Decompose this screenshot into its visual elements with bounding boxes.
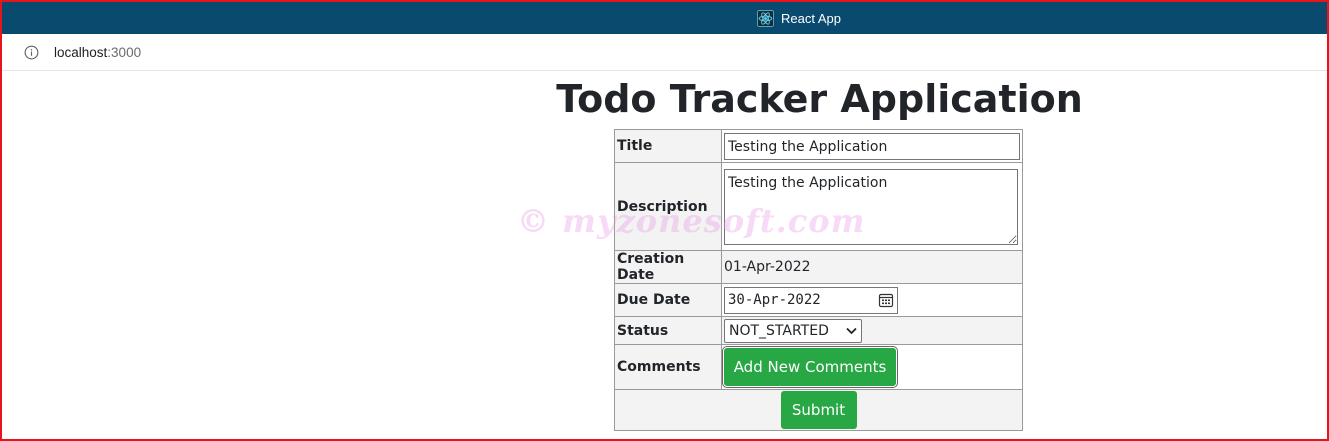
submit-cell: Submit [614,389,1023,431]
creation-date-row: Creation Date 01-Apr-2022 [614,250,1023,284]
due-date-label: Due Date [614,283,722,317]
title-row: Title [614,129,1023,163]
browser-tab-title: React App [781,10,841,26]
description-textarea[interactable]: Testing the Application [724,168,1018,245]
title-input[interactable] [724,133,1020,160]
browser-titlebar [0,0,1329,34]
due-date-value: 30-Apr-2022 [728,292,821,308]
comments-cell: Add New Comments [721,344,1023,390]
title-cell [721,129,1023,163]
url-port: :3000 [107,45,142,60]
status-select[interactable]: NOT_STARTED [724,318,862,343]
title-label: Title [614,129,722,163]
due-date-cell: 30-Apr-2022 [721,283,1023,317]
url-text[interactable]: localhost:3000 [54,45,141,60]
status-label: Status [614,316,722,345]
add-new-comments-button[interactable]: Add New Comments [722,346,898,388]
status-cell: NOT_STARTED [721,316,1023,345]
page-title: Todo Tracker Application [556,77,1083,121]
description-label: Description [614,162,722,251]
chevron-down-icon [846,327,857,334]
comments-row: Comments Add New Comments [614,344,1023,390]
due-date-input[interactable]: 30-Apr-2022 [724,286,898,314]
submit-button[interactable]: Submit [780,391,857,429]
creation-date-label: Creation Date [614,250,722,284]
creation-date-value: 01-Apr-2022 [721,250,1023,284]
status-row: Status NOT_STARTED [614,316,1023,345]
info-icon[interactable] [24,45,39,60]
todo-form: Title Description Testing the Applicatio… [614,129,1023,431]
browser-tab[interactable]: React App [757,9,841,27]
description-cell: Testing the Application [721,162,1023,251]
description-row: Description Testing the Application [614,162,1023,251]
status-selected-value: NOT_STARTED [729,322,829,339]
comments-label: Comments [614,344,722,390]
due-date-row: Due Date 30-Apr-2022 [614,283,1023,317]
active-tab-indicator [644,0,885,2]
react-logo-icon [757,9,774,27]
url-host: localhost [54,45,108,60]
submit-row: Submit [614,389,1023,431]
calendar-icon[interactable] [878,292,894,308]
address-bar[interactable] [0,34,1329,71]
